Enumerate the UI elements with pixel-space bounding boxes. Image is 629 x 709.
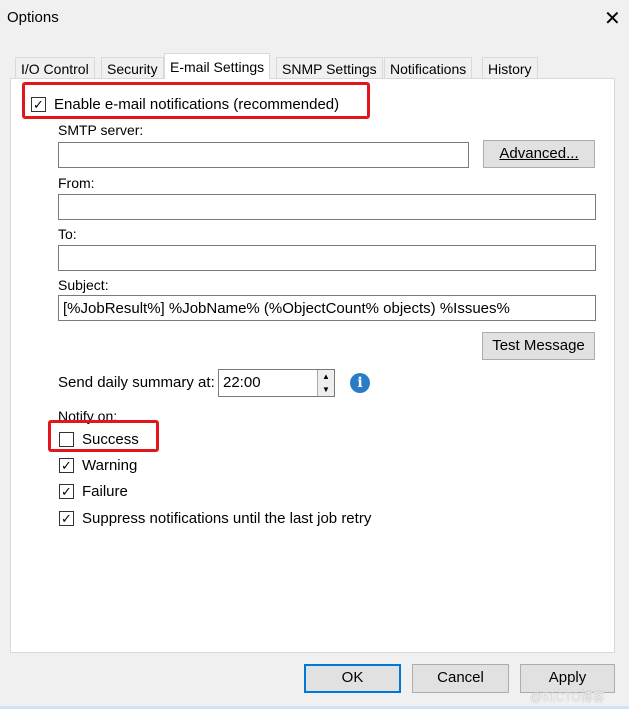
enable-email-label: Enable e-mail notifications (recommended… [54, 96, 340, 113]
ok-button[interactable]: OK [304, 664, 401, 693]
success-checkbox[interactable] [59, 432, 74, 447]
tab-history[interactable]: History [482, 57, 538, 79]
subject-label: Subject: [58, 277, 109, 293]
cancel-button[interactable]: Cancel [412, 664, 509, 693]
watermark: @51CTO博客 [530, 690, 605, 704]
from-label: From: [58, 175, 95, 191]
to-input[interactable] [58, 245, 596, 271]
tab-notifications[interactable]: Notifications [384, 57, 473, 79]
from-input[interactable] [58, 194, 596, 220]
subject-input[interactable] [58, 295, 596, 321]
success-label: Success [82, 431, 139, 448]
advanced-button[interactable]: Advanced... [483, 140, 595, 168]
tab-snmp-settings[interactable]: SNMP Settings [276, 57, 383, 79]
to-label: To: [58, 226, 77, 242]
warning-label: Warning [82, 457, 138, 474]
close-icon[interactable]: ✕ [604, 6, 621, 31]
daily-summary-label: Send daily summary at: [58, 374, 215, 391]
failure-checkbox[interactable]: ✓ [59, 484, 74, 499]
suppress-label: Suppress notifications until the last jo… [82, 510, 372, 527]
spin-up-icon[interactable]: ▲ [318, 370, 334, 383]
failure-label: Failure [82, 483, 128, 500]
summary-time-spinner[interactable]: 22:00 ▲ ▼ [218, 369, 335, 397]
suppress-checkbox[interactable]: ✓ [59, 511, 74, 526]
tab-io-control[interactable]: I/O Control [15, 57, 95, 79]
window-title: Options [7, 9, 59, 26]
info-icon[interactable]: i [350, 373, 370, 393]
summary-time-value: 22:00 [223, 374, 261, 391]
tab-security[interactable]: Security [101, 57, 164, 79]
advanced-label: Advanced... [499, 145, 579, 162]
warning-checkbox[interactable]: ✓ [59, 458, 74, 473]
tab-email-settings[interactable]: E-mail Settings [164, 53, 271, 79]
smtp-label: SMTP server: [58, 122, 144, 138]
test-message-button[interactable]: Test Message [482, 332, 595, 360]
smtp-server-input[interactable] [58, 142, 469, 168]
spin-down-icon[interactable]: ▼ [318, 383, 334, 396]
enable-email-checkbox[interactable]: ✓ [31, 97, 46, 112]
